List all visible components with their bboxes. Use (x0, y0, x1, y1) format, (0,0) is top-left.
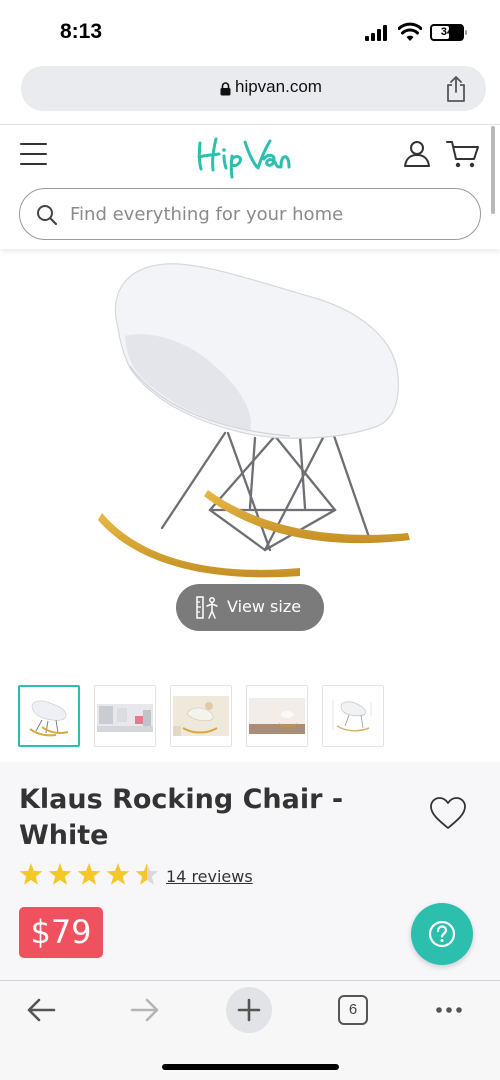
search-icon (37, 205, 58, 226)
cellular-signal-icon (365, 25, 391, 41)
star-icon (77, 863, 101, 885)
view-size-button[interactable]: View size (176, 584, 324, 631)
star-icon (106, 863, 130, 885)
status-time: 8:13 (60, 20, 103, 43)
thumbnail-5[interactable] (322, 685, 384, 747)
back-arrow-icon[interactable] (18, 987, 64, 1033)
more-options-icon[interactable] (426, 987, 472, 1033)
status-bar: 8:13 34 (0, 0, 500, 62)
reviews-link[interactable]: 14 reviews (166, 867, 253, 886)
price-badge: $79 (19, 907, 103, 958)
cart-icon[interactable] (446, 139, 480, 169)
home-indicator[interactable] (162, 1064, 339, 1070)
view-size-label: View size (227, 597, 302, 616)
forward-arrow-icon[interactable] (122, 987, 168, 1033)
browser-toolbar: 6 (0, 980, 500, 1080)
thumbnail-3[interactable] (170, 685, 232, 747)
ruler-person-icon (196, 596, 218, 619)
account-icon[interactable] (403, 139, 431, 167)
tab-count: 6 (338, 995, 368, 1025)
search-box[interactable] (19, 188, 481, 240)
star-icon (19, 863, 43, 885)
thumbnail-2[interactable] (94, 685, 156, 747)
help-button[interactable] (411, 903, 473, 965)
question-mark-icon (428, 920, 456, 948)
new-tab-button[interactable] (226, 987, 272, 1033)
star-icon (48, 863, 72, 885)
page-scrollbar[interactable] (491, 126, 495, 214)
battery-level: 34 (440, 26, 454, 38)
lock-icon (220, 82, 231, 96)
search-input[interactable] (70, 199, 460, 229)
site-header (0, 124, 500, 249)
product-title: Klaus Rocking Chair - White (19, 784, 344, 851)
thumbnail-gallery (18, 685, 388, 747)
wishlist-heart-icon[interactable] (429, 796, 467, 830)
product-image[interactable] (90, 258, 420, 588)
share-icon[interactable] (444, 75, 468, 103)
star-icon (135, 863, 159, 885)
tabs-button[interactable]: 6 (330, 987, 376, 1033)
plus-icon (237, 998, 261, 1022)
thumbnail-1[interactable] (18, 685, 80, 747)
thumbnail-4[interactable] (246, 685, 308, 747)
url-text: hipvan.com (235, 77, 322, 96)
hipvan-logo[interactable] (194, 129, 306, 179)
battery-icon: 34 (430, 24, 467, 41)
address-bar[interactable]: hipvan.com (21, 66, 486, 111)
product-info: Klaus Rocking Chair - White 14 reviews $… (0, 762, 500, 980)
rating-stars (19, 863, 159, 885)
menu-icon[interactable] (20, 143, 47, 165)
wifi-icon (398, 22, 422, 41)
